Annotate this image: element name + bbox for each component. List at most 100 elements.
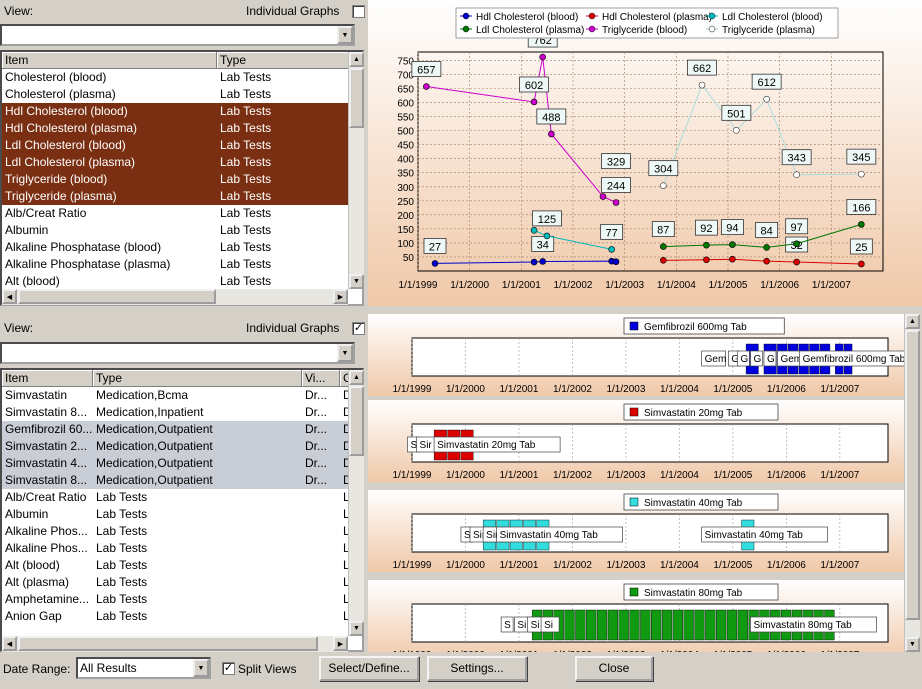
data-point[interactable]: [729, 241, 736, 248]
medication-bar[interactable]: [672, 609, 683, 641]
scroll-up-icon[interactable]: ▲: [349, 370, 364, 385]
data-point[interactable]: [858, 221, 865, 228]
list-item[interactable]: Alt (blood) Lab Tests L: [2, 557, 362, 574]
column-header-item[interactable]: Item: [2, 370, 93, 386]
medication-bar[interactable]: [694, 609, 705, 641]
medication-bar[interactable]: [564, 609, 575, 641]
list-item[interactable]: Simvastatin 4... Medication,Outpatient Dr.…: [2, 455, 362, 472]
top-list-vscrollbar[interactable]: ▲ ▼: [348, 52, 364, 289]
column-header-view[interactable]: Vi...: [302, 370, 340, 386]
list-item[interactable]: Albumin Lab Tests: [2, 222, 362, 239]
list-item[interactable]: Triglyceride (plasma) Lab Tests: [2, 188, 362, 205]
data-point[interactable]: [729, 255, 736, 263]
list-item[interactable]: Simvastatin 2... Medication,Outpatient Dr.…: [2, 438, 362, 455]
select-define-button[interactable]: Select/Define...: [319, 656, 419, 681]
column-header-type[interactable]: Type: [217, 52, 349, 68]
data-point[interactable]: [612, 199, 620, 206]
medication-bar[interactable]: [683, 609, 694, 641]
top-individual-graphs-checkbox[interactable]: [352, 5, 365, 18]
data-point[interactable]: [548, 130, 555, 138]
top-list-hscrollbar[interactable]: ◀ ▶: [2, 289, 348, 305]
list-item[interactable]: Triglyceride (blood) Lab Tests: [2, 171, 362, 188]
list-item[interactable]: Alb/Creat Ratio Lab Tests: [2, 205, 362, 222]
data-point[interactable]: [698, 81, 706, 89]
list-item[interactable]: Anion Gap Lab Tests L: [2, 608, 362, 625]
scroll-left-icon[interactable]: ◀: [2, 636, 17, 651]
data-point[interactable]: [763, 95, 770, 103]
list-item[interactable]: Ldl Cholesterol (blood) Lab Tests: [2, 137, 362, 154]
list-item[interactable]: Gemfibrozil 60... Medication,Outpatient Dr…: [2, 421, 362, 438]
medication-bar[interactable]: [716, 609, 727, 641]
scroll-down-icon[interactable]: ▼: [349, 274, 364, 289]
charts-vscrollbar[interactable]: ▲ ▼: [904, 314, 920, 652]
bottom-view-select[interactable]: ▼: [0, 342, 355, 364]
list-item[interactable]: Alt (blood) Lab Tests: [2, 273, 362, 290]
list-item[interactable]: SimvastatinMedication,BcmaDr...D: [2, 387, 362, 404]
scroll-up-icon[interactable]: ▲: [905, 314, 920, 329]
data-point[interactable]: [660, 182, 667, 189]
medication-bar[interactable]: [651, 609, 662, 641]
bottom-list-hscrollbar[interactable]: ◀ ▶: [2, 636, 348, 652]
list-item[interactable]: Cholesterol (blood) Lab Tests: [2, 69, 362, 86]
medication-bar[interactable]: [618, 609, 629, 641]
list-item[interactable]: Albumin Lab Tests L: [2, 506, 362, 523]
medication-bar[interactable]: [629, 609, 640, 641]
scroll-right-icon[interactable]: ▶: [333, 289, 348, 304]
data-point[interactable]: [660, 257, 667, 264]
data-point[interactable]: [530, 98, 538, 106]
data-point[interactable]: [431, 260, 439, 267]
data-point[interactable]: [703, 241, 710, 249]
medication-bar[interactable]: [586, 609, 597, 641]
bottom-individual-graphs-checkbox[interactable]: ✓: [352, 322, 365, 335]
chevron-down-icon[interactable]: ▼: [337, 26, 353, 44]
data-point[interactable]: [793, 258, 800, 266]
medication-bar[interactable]: [705, 609, 716, 641]
data-point[interactable]: [608, 246, 615, 253]
data-point[interactable]: [763, 257, 770, 265]
scroll-right-icon[interactable]: ▶: [333, 636, 348, 651]
column-header-item[interactable]: Item: [2, 52, 217, 68]
data-point[interactable]: [543, 232, 551, 240]
split-views-label[interactable]: Split Views: [238, 662, 296, 676]
list-item[interactable]: Alkaline Phos... Lab Tests L: [2, 540, 362, 557]
data-point[interactable]: [660, 243, 667, 250]
data-point[interactable]: [858, 260, 865, 268]
data-point[interactable]: [530, 258, 538, 266]
hscroll-thumb[interactable]: [18, 636, 318, 651]
data-point[interactable]: [763, 244, 770, 251]
list-item[interactable]: Alt (plasma) Lab Tests L: [2, 574, 362, 591]
medication-bar[interactable]: [737, 609, 748, 641]
list-item[interactable]: Simvastatin 8... Medication,Inpatient Dr..…: [2, 404, 362, 421]
split-views-checkbox[interactable]: ✓: [222, 662, 235, 675]
scroll-thumb[interactable]: [349, 386, 364, 456]
list-item[interactable]: Hdl Cholesterol (plasma) Lab Tests: [2, 120, 362, 137]
scroll-down-icon[interactable]: ▼: [349, 621, 364, 636]
data-point[interactable]: [733, 127, 740, 134]
close-button[interactable]: Close: [575, 656, 653, 681]
scroll-thumb[interactable]: [349, 68, 364, 128]
hscroll-thumb[interactable]: [18, 289, 216, 304]
scroll-down-icon[interactable]: ▼: [905, 637, 920, 652]
date-range-select[interactable]: All Results ▼: [76, 657, 211, 679]
list-item[interactable]: Alkaline Phos... Lab Tests L: [2, 523, 362, 540]
bottom-list-vscrollbar[interactable]: ▲ ▼: [348, 370, 364, 636]
list-item[interactable]: Cholesterol (plasma) Lab Tests: [2, 86, 362, 103]
medication-bar[interactable]: [575, 609, 586, 641]
list-item[interactable]: Hdl Cholesterol (blood) Lab Tests: [2, 103, 362, 120]
scroll-thumb[interactable]: [905, 330, 920, 620]
data-point[interactable]: [793, 240, 800, 248]
list-item[interactable]: Alb/Creat Ratio Lab Tests L: [2, 489, 362, 506]
medication-bar[interactable]: [596, 609, 608, 641]
data-point[interactable]: [530, 226, 538, 234]
scroll-left-icon[interactable]: ◀: [2, 289, 17, 304]
chevron-down-icon[interactable]: ▼: [193, 659, 209, 677]
data-point[interactable]: [423, 83, 430, 90]
list-item[interactable]: Alkaline Phosphatase (plasma) Lab Tests: [2, 256, 362, 273]
medication-bar[interactable]: [661, 609, 673, 641]
list-item[interactable]: Simvastatin 8... Medication,Outpatient Dr.…: [2, 472, 362, 489]
list-item[interactable]: Alkaline Phosphatase (blood) Lab Tests: [2, 239, 362, 256]
column-header-type[interactable]: Type: [93, 370, 302, 386]
data-point[interactable]: [612, 258, 620, 266]
list-item[interactable]: Ldl Cholesterol (plasma) Lab Tests: [2, 154, 362, 171]
settings-button[interactable]: Settings...: [427, 656, 527, 681]
